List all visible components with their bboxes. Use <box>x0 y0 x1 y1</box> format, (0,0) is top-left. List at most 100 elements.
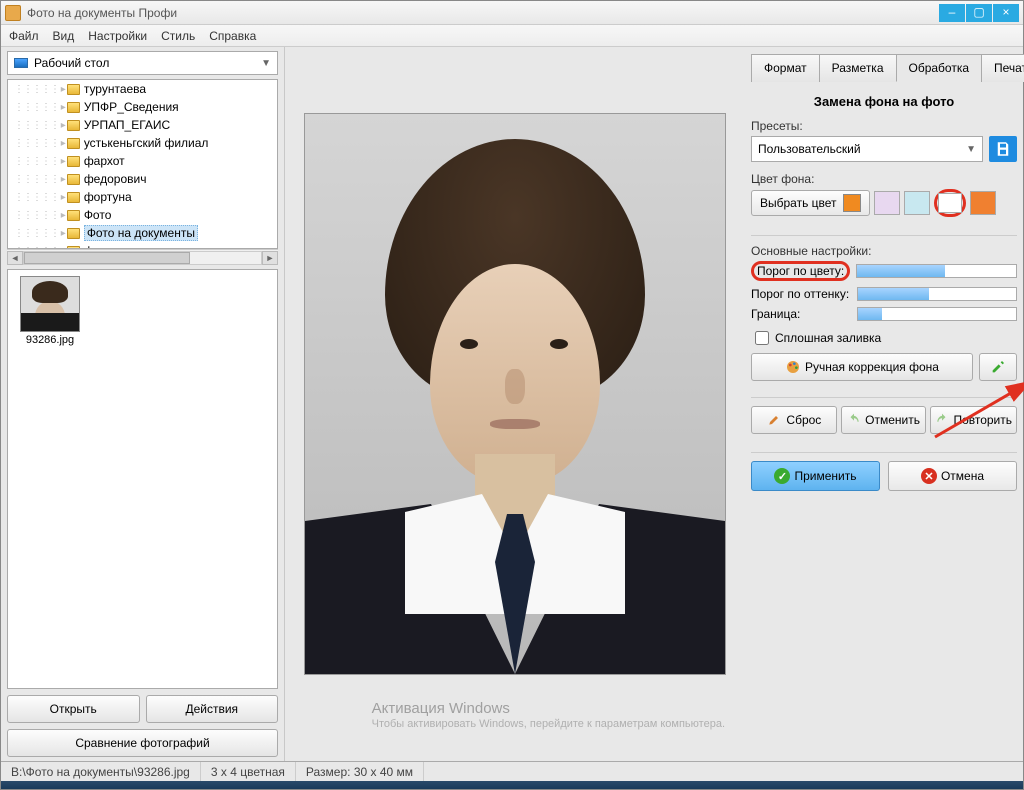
apply-button[interactable]: ✓ Применить <box>751 461 880 491</box>
palette-icon <box>785 359 801 375</box>
thumbnail-filename: 93286.jpg <box>14 334 86 346</box>
menu-Вид[interactable]: Вид <box>53 29 75 43</box>
slider-label: Порог по оттенку: <box>751 287 851 301</box>
scroll-left-button[interactable]: ◄ <box>7 251 23 265</box>
tab-bar: ФорматРазметкаОбработкаПечать <box>751 53 1017 82</box>
chevron-down-icon: ▼ <box>966 144 976 155</box>
color-swatch[interactable] <box>938 193 962 213</box>
folder-icon <box>67 192 80 203</box>
bgcolor-label: Цвет фона: <box>751 172 1017 186</box>
tree-item[interactable]: ⋮⋮⋮⋮⋮ ▸Фото на документы <box>8 224 277 242</box>
tree-item[interactable]: ⋮⋮⋮⋮⋮ ▸УПФР_Сведения <box>8 98 277 116</box>
status-size: Размер: 30 x 40 мм <box>296 762 424 781</box>
scroll-right-button[interactable]: ► <box>262 251 278 265</box>
right-panel: ФорматРазметкаОбработкаПечать Замена фон… <box>745 47 1023 761</box>
status-grid: 3 x 4 цветная <box>201 762 296 781</box>
actions-button[interactable]: Действия <box>146 695 279 723</box>
redo-button[interactable]: Повторить <box>930 406 1017 434</box>
photo-preview[interactable] <box>305 114 725 674</box>
preset-select[interactable]: Пользовательский ▼ <box>751 136 983 162</box>
slider-label: Граница: <box>751 307 851 321</box>
chevron-down-icon: ▼ <box>261 58 271 69</box>
slider[interactable] <box>856 264 1017 278</box>
slider[interactable] <box>857 307 1017 321</box>
folder-icon <box>67 138 80 149</box>
location-dropdown[interactable]: Рабочий стол ▼ <box>7 51 278 75</box>
minimize-button[interactable]: – <box>939 4 965 22</box>
folder-icon <box>67 156 80 167</box>
color-swatch[interactable] <box>970 191 996 215</box>
menu-Файл[interactable]: Файл <box>9 29 39 43</box>
pick-color-button[interactable]: Выбрать цвет <box>751 190 870 216</box>
thumbnail-item[interactable]: 93286.jpg <box>14 276 86 346</box>
tab-Обработка[interactable]: Обработка <box>896 54 983 82</box>
tree-item[interactable]: ⋮⋮⋮⋮⋮ ▸фархот <box>8 152 277 170</box>
tab-Печать[interactable]: Печать <box>981 54 1024 82</box>
solid-fill-checkbox[interactable] <box>755 331 769 345</box>
folder-tree[interactable]: ⋮⋮⋮⋮⋮ ▸турунтаева⋮⋮⋮⋮⋮ ▸УПФР_Сведения⋮⋮⋮… <box>7 79 278 249</box>
eyedropper-button[interactable] <box>979 353 1017 381</box>
taskbar <box>1 781 1023 789</box>
sidebar: Рабочий стол ▼ ⋮⋮⋮⋮⋮ ▸турунтаева⋮⋮⋮⋮⋮ ▸У… <box>1 47 285 761</box>
color-swatch[interactable] <box>904 191 930 215</box>
eyedropper-icon <box>990 359 1006 375</box>
tab-Формат[interactable]: Формат <box>751 54 820 82</box>
cancel-button[interactable]: ✕ Отмена <box>888 461 1017 491</box>
tree-item[interactable]: ⋮⋮⋮⋮⋮ ▸устькеньгский филиал <box>8 134 277 152</box>
status-path: B:\Фото на документы\93286.jpg <box>1 762 201 781</box>
tab-Разметка[interactable]: Разметка <box>819 54 897 82</box>
menu-Стиль[interactable]: Стиль <box>161 29 195 43</box>
folder-icon <box>67 102 80 113</box>
title-bar: Фото на документы Профи – ▢ × <box>1 1 1023 25</box>
app-icon <box>5 5 21 21</box>
folder-icon <box>67 120 80 131</box>
tree-item[interactable]: ⋮⋮⋮⋮⋮ ▸УРПАП_ЕГАИС <box>8 116 277 134</box>
panel-title: Замена фона на фото <box>751 94 1017 109</box>
undo-button[interactable]: Отменить <box>841 406 927 434</box>
presets-label: Пресеты: <box>751 119 1017 133</box>
scroll-thumb[interactable] <box>24 252 190 264</box>
drive-icon <box>14 58 28 68</box>
folder-icon <box>67 84 80 95</box>
tree-item[interactable]: ⋮⋮⋮⋮⋮ ▸турунтаева <box>8 80 277 98</box>
save-preset-button[interactable] <box>989 136 1017 162</box>
cross-icon: ✕ <box>921 468 937 484</box>
tree-item[interactable]: ⋮⋮⋮⋮⋮ ▸федорович <box>8 170 277 188</box>
main-settings-label: Основные настройки: <box>751 244 1017 258</box>
close-button[interactable]: × <box>993 4 1019 22</box>
windows-watermark: Активация Windows Чтобы активировать Win… <box>372 700 725 731</box>
open-button[interactable]: Открыть <box>7 695 140 723</box>
redo-icon <box>935 413 949 427</box>
status-bar: B:\Фото на документы\93286.jpg 3 x 4 цве… <box>1 761 1023 781</box>
folder-icon <box>67 174 80 185</box>
location-label: Рабочий стол <box>34 56 109 70</box>
thumbnail-panel: 93286.jpg <box>7 269 278 689</box>
thumbnail-image <box>20 276 80 332</box>
menu-bar: Файл Вид Настройки Стиль Справка <box>1 25 1023 47</box>
scroll-track[interactable] <box>23 251 262 265</box>
folder-icon <box>67 246 80 250</box>
brush-icon <box>766 412 782 428</box>
window-title: Фото на документы Профи <box>27 6 938 20</box>
tree-h-scrollbar[interactable]: ◄ ► <box>7 249 278 265</box>
work-area: Рабочий стол ▼ ⋮⋮⋮⋮⋮ ▸турунтаева⋮⋮⋮⋮⋮ ▸У… <box>1 47 1023 761</box>
check-icon: ✓ <box>774 468 790 484</box>
canvas-area: Активация Windows Чтобы активировать Win… <box>285 47 745 761</box>
undo-icon <box>847 413 861 427</box>
tree-item[interactable]: ⋮⋮⋮⋮⋮ ▸Фото <box>8 206 277 224</box>
menu-Настройки[interactable]: Настройки <box>88 29 147 43</box>
slider[interactable] <box>857 287 1017 301</box>
folder-icon <box>67 210 80 221</box>
compare-button[interactable]: Сравнение фотографий <box>7 729 278 757</box>
manual-correction-button[interactable]: Ручная коррекция фона <box>751 353 973 381</box>
reset-button[interactable]: Сброс <box>751 406 837 434</box>
color-swatch[interactable] <box>874 191 900 215</box>
menu-Справка[interactable]: Справка <box>209 29 256 43</box>
maximize-button[interactable]: ▢ <box>966 4 992 22</box>
tree-item[interactable]: ⋮⋮⋮⋮⋮ ▸фортуна <box>8 188 277 206</box>
slider-label: Порог по цвету: <box>751 261 850 281</box>
current-color-swatch <box>843 194 861 212</box>
solid-fill-label: Сплошная заливка <box>775 331 881 345</box>
folder-icon <box>67 228 80 239</box>
tree-item[interactable]: ⋮⋮⋮⋮⋮ ▸фото паспорт <box>8 242 277 249</box>
